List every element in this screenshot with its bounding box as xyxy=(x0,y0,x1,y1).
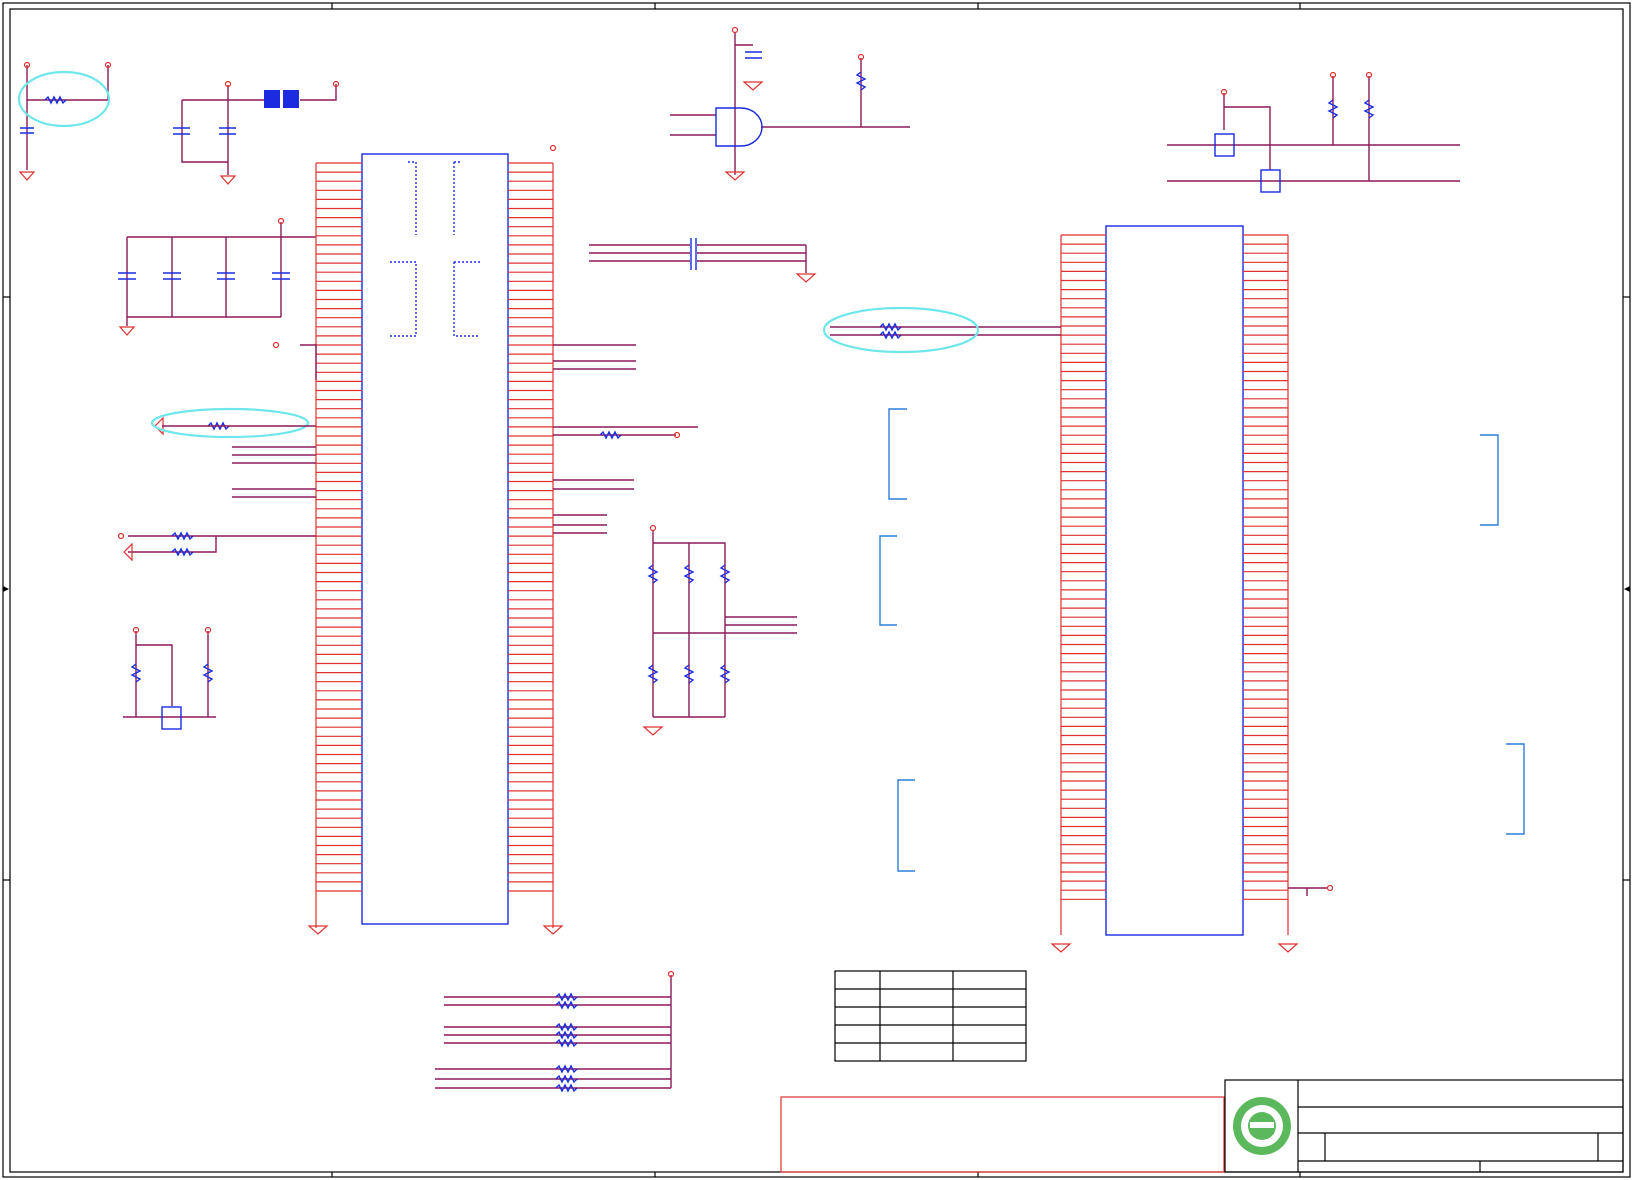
drawing-frame xyxy=(2,2,1631,1178)
and-gate-block xyxy=(670,26,910,181)
pullup-network xyxy=(642,524,797,736)
level-shifter-left xyxy=(123,626,216,730)
main-ic-u2 xyxy=(1050,225,1334,953)
resistor-arrays xyxy=(435,970,675,1093)
revision-table xyxy=(834,970,1027,1062)
level-shifter-right xyxy=(1167,71,1460,193)
title-block xyxy=(780,1079,1624,1173)
bus-brackets xyxy=(879,408,1525,872)
main-ic-u1 xyxy=(307,144,564,935)
u1-right-nets xyxy=(553,344,698,534)
schematic-sheet xyxy=(2,2,1631,1178)
schematic-viewer[interactable] xyxy=(0,0,1633,1180)
decoupling-capacitors xyxy=(118,217,316,336)
u1-left-nets xyxy=(117,341,317,562)
ac-coupling-caps xyxy=(589,238,817,283)
highlighted-filter-u2 xyxy=(822,306,1061,354)
company-logo-icon xyxy=(1233,1097,1291,1155)
input-filter-block xyxy=(17,61,340,185)
